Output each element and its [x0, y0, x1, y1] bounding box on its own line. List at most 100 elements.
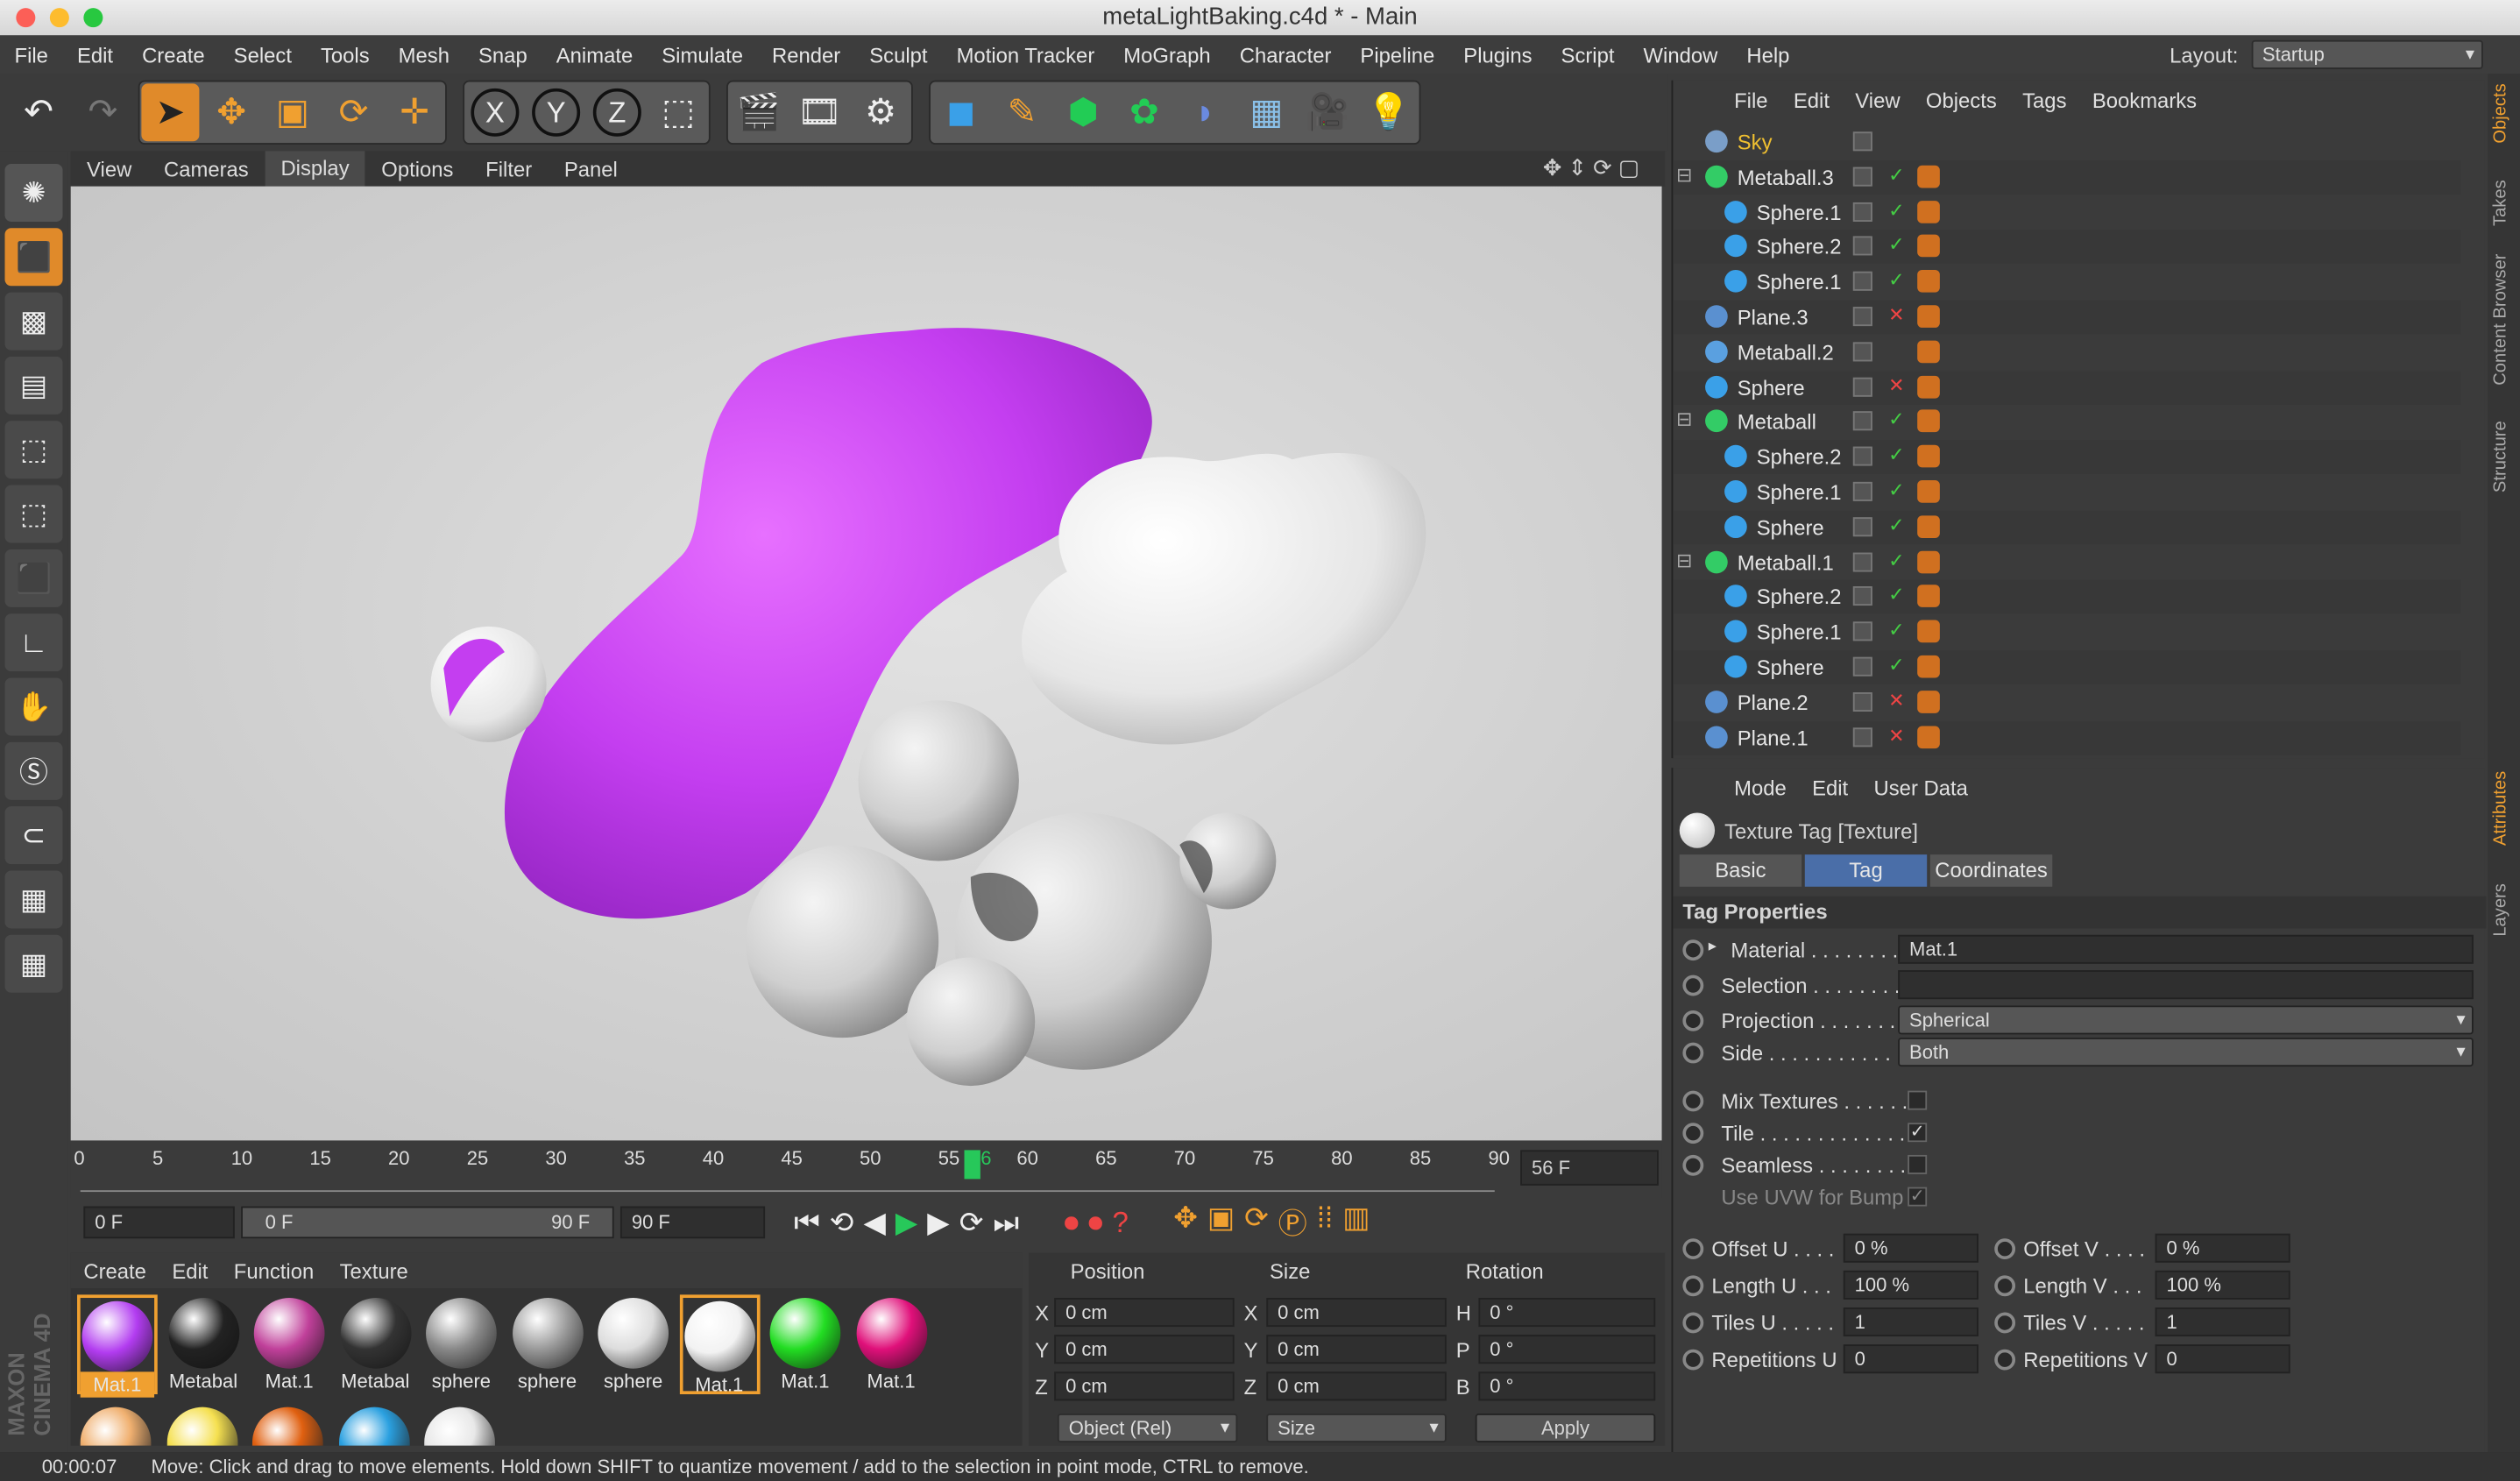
tag-icon[interactable] — [1917, 410, 1940, 433]
visibility-toggle-icon[interactable] — [1852, 377, 1872, 396]
key-scale-icon[interactable]: ▣ — [1207, 1201, 1235, 1244]
prev-frame-icon[interactable]: ◀ — [864, 1206, 886, 1239]
object-menu-bookmarks[interactable]: Bookmarks — [2079, 88, 2210, 111]
disabled-x-icon[interactable]: ✕ — [1888, 303, 1904, 326]
object-name[interactable]: Metaball.3 — [1738, 165, 1834, 188]
length-u-field[interactable]: 100 % — [1843, 1270, 1978, 1300]
snapping-icon[interactable]: Ⓢ — [4, 741, 63, 800]
tag-icon[interactable] — [1917, 235, 1940, 258]
visibility-toggle-icon[interactable] — [1852, 621, 1872, 641]
enabled-check-icon[interactable]: ✓ — [1888, 199, 1904, 222]
visibility-toggle-icon[interactable] — [1852, 586, 1872, 606]
object-menu-view[interactable]: View — [1843, 88, 1914, 111]
object-row[interactable]: Sphere.2 ✓ — [1673, 580, 2461, 614]
pen-icon[interactable]: ✎ — [994, 83, 1051, 141]
rotation-field[interactable]: 0 ° — [1478, 1371, 1656, 1401]
visibility-toggle-icon[interactable] — [1852, 516, 1872, 536]
material-swatch[interactable]: Mat.1 — [851, 1294, 931, 1394]
menu-character[interactable]: Character — [1225, 43, 1346, 67]
menu-mograph[interactable]: MoGraph — [1109, 43, 1225, 67]
tag-icon[interactable] — [1917, 200, 1940, 223]
coordinate-mode-dropdown[interactable]: Object (Rel) — [1057, 1414, 1238, 1443]
viewport-menu-cameras[interactable]: Cameras — [148, 157, 265, 181]
tweak-mode-icon[interactable]: ✋ — [4, 677, 63, 736]
x-axis-lock-button[interactable]: X — [471, 88, 520, 137]
tag-icon[interactable] — [1917, 340, 1940, 363]
content-browser-side-tab[interactable]: Content Browser — [2491, 254, 2516, 386]
menu-simulate[interactable]: Simulate — [648, 43, 758, 67]
workplane-icon[interactable]: ▤ — [4, 356, 63, 415]
object-row[interactable]: Plane.1 ✕ — [1673, 720, 2461, 755]
tag-icon[interactable] — [1917, 620, 1940, 643]
visibility-toggle-icon[interactable] — [1852, 691, 1872, 712]
key-pla-icon[interactable]: ⁞⁞ — [1317, 1201, 1333, 1244]
expand-toggle-icon[interactable]: ⊟ — [1676, 549, 1692, 571]
menu-help[interactable]: Help — [1732, 43, 1804, 67]
next-frame-icon[interactable]: ▶ — [927, 1206, 949, 1239]
key-position-icon[interactable]: ✥ — [1173, 1201, 1198, 1244]
keyframe-radio-icon[interactable] — [1682, 1238, 1704, 1260]
material-swatch[interactable]: Mat.1 — [678, 1294, 760, 1396]
tag-icon[interactable] — [1917, 165, 1940, 188]
offset-v-field[interactable]: 0 % — [2155, 1233, 2290, 1263]
enabled-check-icon[interactable]: ✓ — [1888, 268, 1904, 291]
tag-icon[interactable] — [1917, 690, 1940, 713]
start-frame-field[interactable]: 0 F — [83, 1206, 235, 1239]
expand-toggle-icon[interactable]: ⊟ — [1676, 408, 1692, 431]
seamless-checkbox[interactable] — [1908, 1154, 1928, 1174]
attribute-menu-user-data[interactable]: User Data — [1861, 775, 1981, 798]
material-ball-icon[interactable] — [424, 1407, 495, 1446]
make-editable-icon[interactable]: ✺ — [4, 163, 63, 222]
menu-snap[interactable]: Snap — [464, 43, 542, 67]
menu-window[interactable]: Window — [1629, 43, 1732, 67]
light-icon[interactable]: 💡 — [1360, 83, 1418, 141]
tiles-u-field[interactable]: 1 — [1843, 1307, 1978, 1337]
tile-checkbox[interactable]: ✓ — [1908, 1123, 1928, 1143]
size-field[interactable]: 0 cm — [1266, 1298, 1447, 1328]
material-ball-icon[interactable] — [251, 1407, 323, 1446]
rotation-field[interactable]: 0 ° — [1478, 1298, 1656, 1328]
material-menu-create[interactable]: Create — [71, 1258, 159, 1282]
material-swatch[interactable]: Mat.1 — [765, 1294, 846, 1394]
object-row[interactable]: Sphere.1 ✓ — [1673, 615, 2460, 648]
preview-range-slider[interactable]: 0 F 90 F — [241, 1206, 614, 1239]
object-name[interactable]: Sphere.2 — [1757, 585, 1842, 609]
side-dropdown[interactable]: Both — [1898, 1038, 2474, 1067]
object-row[interactable]: Sphere.2 ✓ — [1673, 230, 2461, 265]
size-mode-dropdown[interactable]: Size — [1266, 1414, 1447, 1443]
object-row[interactable]: Metaball.2 — [1673, 336, 2460, 369]
rep-u-field[interactable]: 0 — [1843, 1344, 1978, 1374]
object-row[interactable]: ⊟ Metaball.3 ✓ — [1673, 159, 2461, 195]
object-row[interactable]: Sphere.2 ✓ — [1673, 440, 2461, 475]
keyframe-radio-icon[interactable] — [1994, 1275, 2016, 1297]
record-icon[interactable]: ⏺ — [1064, 1206, 1079, 1239]
visibility-toggle-icon[interactable] — [1852, 272, 1872, 292]
transform-tool-icon[interactable]: ✛ — [386, 83, 443, 141]
object-name[interactable]: Sphere.2 — [1757, 235, 1842, 259]
visibility-toggle-icon[interactable] — [1852, 656, 1872, 677]
live-selection-icon[interactable]: ➤ — [141, 83, 200, 142]
viewport-menu-view[interactable]: View — [71, 157, 148, 181]
length-v-field[interactable]: 100 % — [2155, 1270, 2290, 1300]
object-row[interactable]: Sphere.1 ✓ — [1673, 266, 2460, 299]
rotation-field[interactable]: 0 ° — [1478, 1335, 1656, 1364]
menu-motion-tracker[interactable]: Motion Tracker — [942, 43, 1109, 67]
objects-side-tab[interactable]: Objects — [2491, 83, 2516, 143]
undo-icon[interactable]: ↶ — [10, 83, 67, 141]
close-window-button[interactable] — [16, 8, 36, 28]
viewport-3d[interactable] — [70, 186, 1662, 1141]
material-menu-edit[interactable]: Edit — [159, 1258, 221, 1282]
mix-textures-checkbox[interactable] — [1908, 1090, 1928, 1110]
cloner-icon[interactable]: ✿ — [1115, 83, 1173, 141]
offset-u-field[interactable]: 0 % — [1843, 1233, 1978, 1263]
material-swatch[interactable]: Metabal — [163, 1294, 244, 1394]
points-mode-icon[interactable]: ⬚ — [4, 421, 63, 479]
play-icon[interactable]: ▶ — [895, 1206, 917, 1239]
visibility-toggle-icon[interactable] — [1852, 131, 1872, 152]
planar-workplane-icon[interactable]: ▦ — [4, 934, 63, 993]
object-menu-edit[interactable]: Edit — [1780, 88, 1842, 111]
tag-icon[interactable] — [1917, 305, 1940, 328]
object-row[interactable]: ⊟ Metaball ✓ — [1673, 406, 2460, 439]
camera-icon[interactable]: 🎥 — [1299, 83, 1356, 141]
takes-side-tab[interactable]: Takes — [2491, 180, 2516, 226]
